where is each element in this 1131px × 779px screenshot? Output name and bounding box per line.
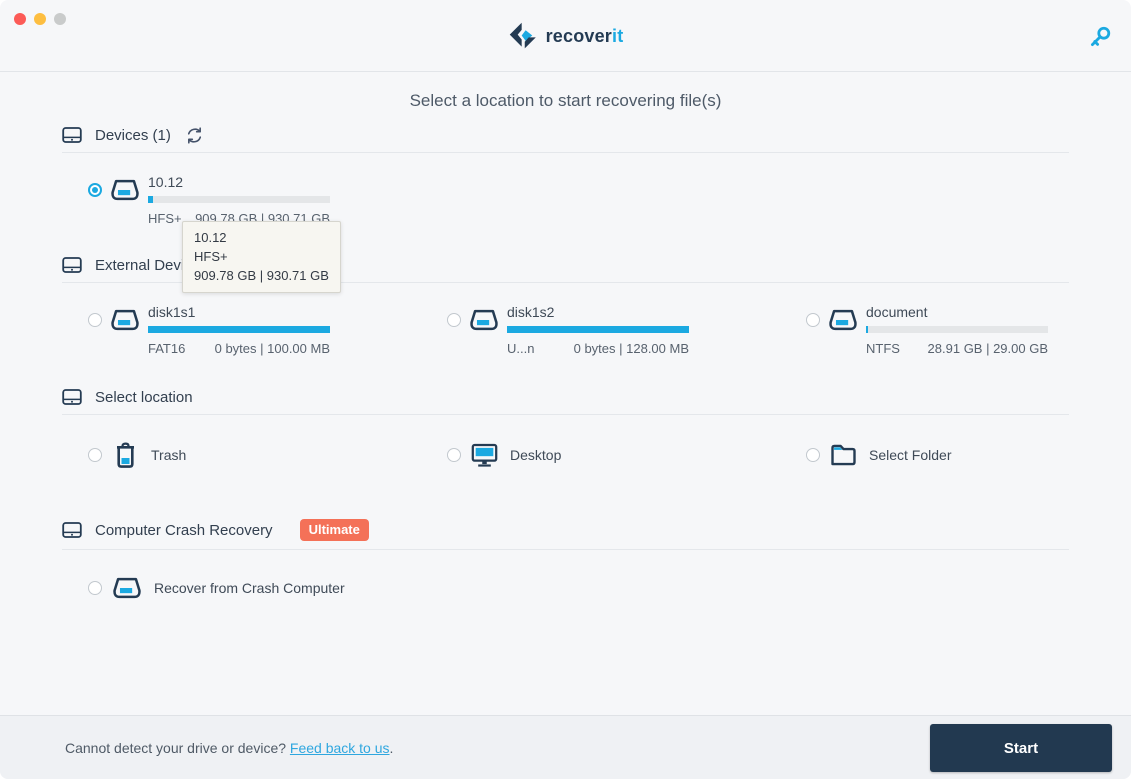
open-drive-icon <box>112 576 142 600</box>
capacity-label: 0 bytes | 100.00 MB <box>215 341 330 356</box>
trash-can-icon <box>112 441 139 469</box>
brand-name: recoverit <box>546 26 624 47</box>
device-meta: NTFS 28.91 GB | 29.00 GB <box>866 341 1048 356</box>
capacity-bar-fill <box>507 326 689 333</box>
device-name: document <box>866 304 1048 320</box>
section-crash-recovery: Computer Crash Recovery Ultimate Recover… <box>62 519 1069 600</box>
section-devices: Devices (1) 10.12 HFS+ 909.78 GB | 930.7… <box>62 126 1069 226</box>
start-button[interactable]: Start <box>930 724 1112 772</box>
device-name: 10.12 <box>148 174 330 190</box>
location-label: Desktop <box>510 447 561 463</box>
capacity-bar-fill <box>148 326 330 333</box>
crash-list: Recover from Crash Computer <box>62 576 1069 600</box>
device-meta: FAT16 0 bytes | 100.00 MB <box>148 341 330 356</box>
device-info: 10.12 HFS+ 909.78 GB | 930.71 GB <box>148 172 330 226</box>
section-header-locations: Select location <box>62 388 1069 406</box>
devices-list: 10.12 HFS+ 909.78 GB | 930.71 GB <box>62 172 1069 226</box>
monitor-icon <box>471 441 498 469</box>
crash-recovery-item[interactable]: Recover from Crash Computer <box>88 576 447 600</box>
section-select-location: Select location Trash Desktop Select <box>62 388 1069 469</box>
device-item[interactable]: disk1s2 U...n 0 bytes | 128.00 MB <box>447 302 806 356</box>
tooltip-line: 909.78 GB | 930.71 GB <box>194 266 329 285</box>
section-divider <box>62 549 1069 550</box>
location-radio[interactable] <box>447 448 461 462</box>
titlebar: recoverit <box>0 0 1131 72</box>
device-name: disk1s1 <box>148 304 330 320</box>
capacity-bar-fill <box>148 196 153 203</box>
open-drive-icon <box>110 178 140 202</box>
section-header-devices: Devices (1) <box>62 126 1069 144</box>
recoverit-window: recoverit Select a location to start rec… <box>0 0 1131 779</box>
location-item-desktop[interactable]: Desktop <box>447 441 806 469</box>
device-meta: U...n 0 bytes | 128.00 MB <box>507 341 689 356</box>
location-label: Trash <box>151 447 186 463</box>
recoverit-diamond-icon <box>508 21 538 51</box>
crash-label: Recover from Crash Computer <box>154 580 345 596</box>
device-radio[interactable] <box>88 313 102 327</box>
footer-bar: Cannot detect your drive or device? Feed… <box>0 715 1131 779</box>
feedback-link[interactable]: Feed back to us <box>290 740 390 756</box>
page-title: Select a location to start recovering fi… <box>62 90 1069 112</box>
section-label: Devices (1) <box>95 127 171 144</box>
device-radio[interactable] <box>806 313 820 327</box>
section-header-crash: Computer Crash Recovery Ultimate <box>62 519 1069 541</box>
filesystem-label: FAT16 <box>148 341 185 356</box>
location-item-trash[interactable]: Trash <box>88 441 447 469</box>
crash-radio[interactable] <box>88 581 102 595</box>
capacity-label: 0 bytes | 128.00 MB <box>574 341 689 356</box>
device-item[interactable]: disk1s1 FAT16 0 bytes | 100.00 MB <box>88 302 447 356</box>
location-item-select-folder[interactable]: Select Folder <box>806 441 1069 469</box>
location-label: Select Folder <box>869 447 951 463</box>
recoverit-logo: recoverit <box>0 21 1131 51</box>
capacity-bar <box>507 326 689 333</box>
device-item[interactable]: 10.12 HFS+ 909.78 GB | 930.71 GB <box>88 172 447 226</box>
device-radio[interactable] <box>88 183 102 197</box>
device-name: disk1s2 <box>507 304 689 320</box>
activation-key-icon[interactable] <box>1087 24 1113 50</box>
device-radio[interactable] <box>447 313 461 327</box>
device-info: disk1s2 U...n 0 bytes | 128.00 MB <box>507 302 689 356</box>
ultimate-badge: Ultimate <box>300 519 369 541</box>
open-drive-icon <box>469 308 499 332</box>
hard-drive-icon <box>62 126 82 144</box>
filesystem-label: HFS+ <box>148 211 182 226</box>
filesystem-label: U...n <box>507 341 534 356</box>
section-label: Select location <box>95 389 193 406</box>
feedback-text: Cannot detect your drive or device? Feed… <box>65 740 393 756</box>
tooltip-line: 10.12 <box>194 228 329 247</box>
device-item[interactable]: document NTFS 28.91 GB | 29.00 GB <box>806 302 1069 356</box>
section-label: Computer Crash Recovery <box>95 522 273 539</box>
external-devices-list: disk1s1 FAT16 0 bytes | 100.00 MB disk1s… <box>62 302 1069 356</box>
locations-list: Trash Desktop Select Folder <box>62 441 1069 469</box>
device-tooltip: 10.12 HFS+ 909.78 GB | 930.71 GB <box>182 221 341 293</box>
folder-icon <box>830 441 857 469</box>
device-info: document NTFS 28.91 GB | 29.00 GB <box>866 302 1048 356</box>
section-divider <box>62 152 1069 153</box>
hard-drive-icon <box>62 256 82 274</box>
open-drive-icon <box>110 308 140 332</box>
location-radio[interactable] <box>806 448 820 462</box>
capacity-bar <box>866 326 1048 333</box>
hard-drive-icon <box>62 521 82 539</box>
main-content: Select a location to start recovering fi… <box>0 90 1131 600</box>
device-info: disk1s1 FAT16 0 bytes | 100.00 MB <box>148 302 330 356</box>
capacity-bar <box>148 326 330 333</box>
location-radio[interactable] <box>88 448 102 462</box>
tooltip-line: HFS+ <box>194 247 329 266</box>
section-divider <box>62 414 1069 415</box>
open-drive-icon <box>828 308 858 332</box>
hard-drive-icon <box>62 388 82 406</box>
refresh-icon[interactable] <box>186 127 203 144</box>
capacity-label: 28.91 GB | 29.00 GB <box>928 341 1048 356</box>
capacity-bar <box>148 196 330 203</box>
filesystem-label: NTFS <box>866 341 900 356</box>
capacity-bar-fill <box>866 326 868 333</box>
